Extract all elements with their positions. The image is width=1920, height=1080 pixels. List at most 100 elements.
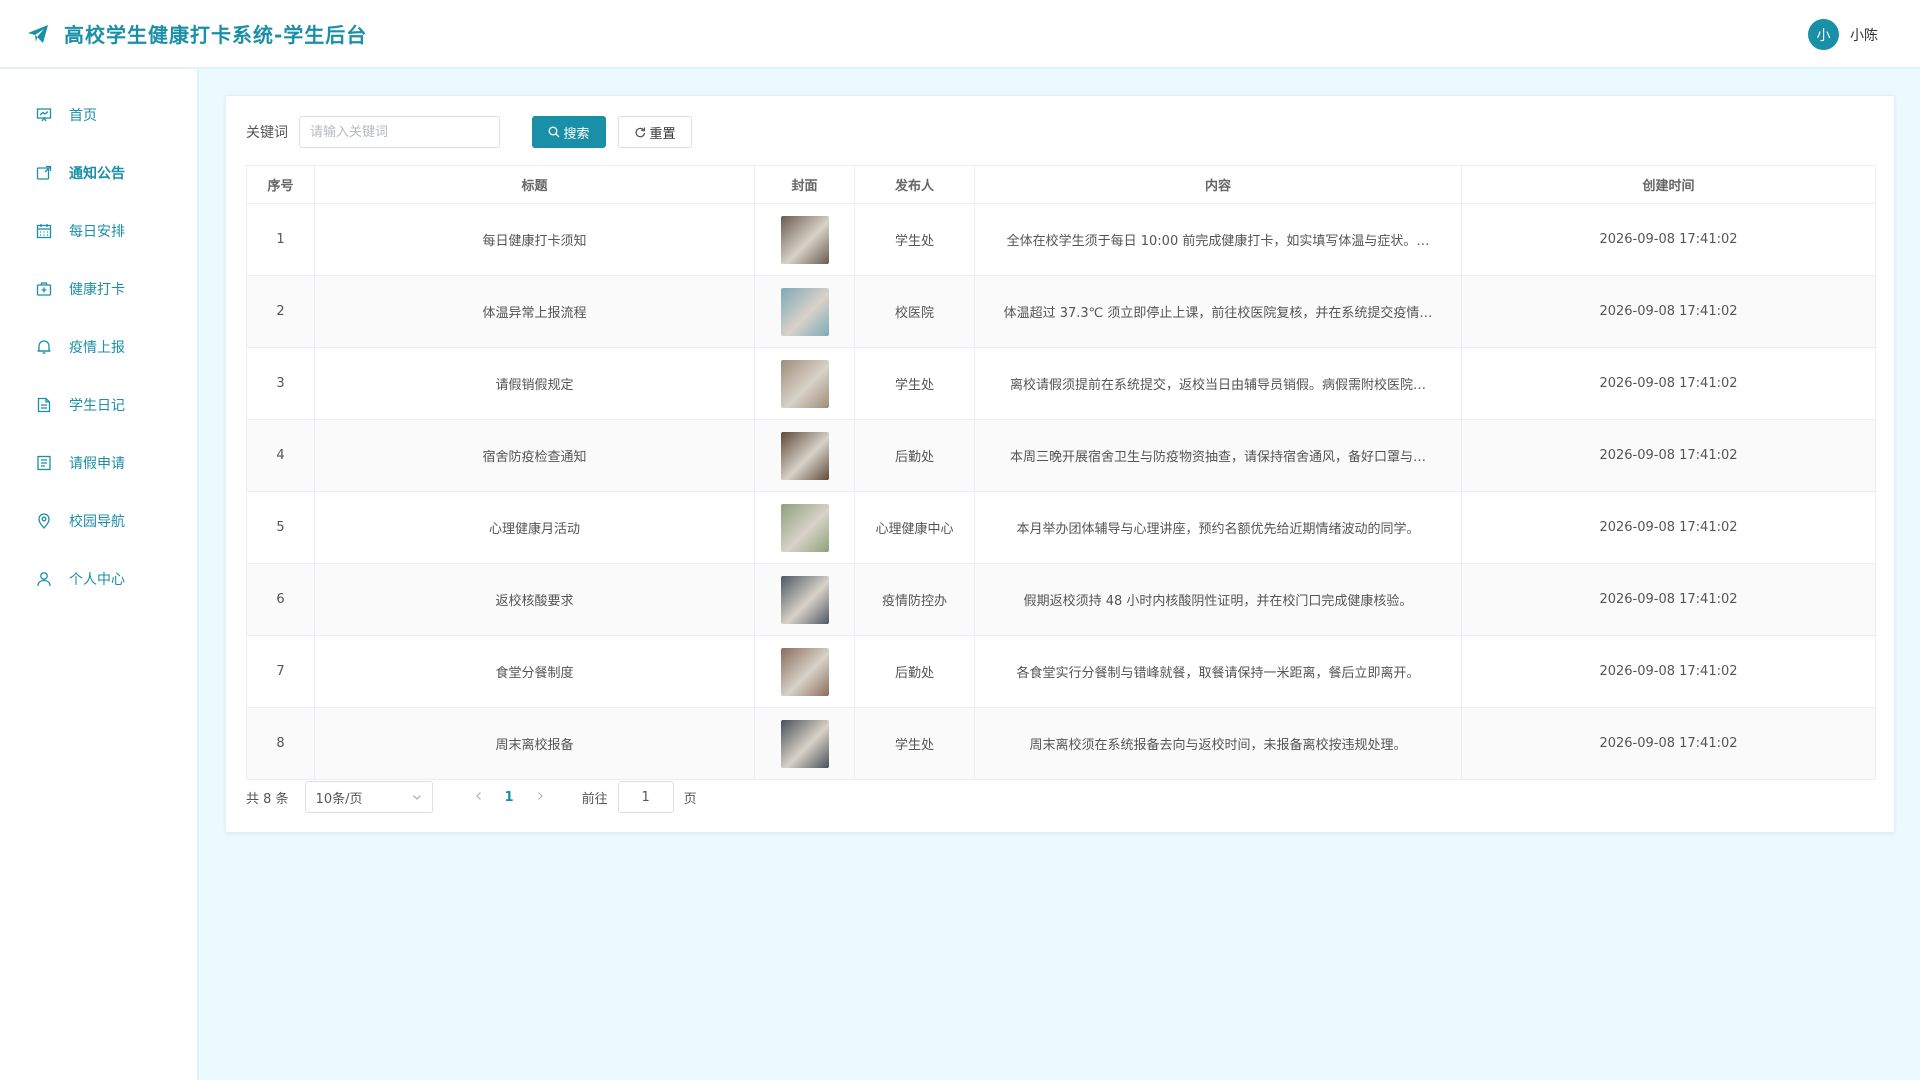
cell-publisher: 学生处 [854,347,975,420]
cell-content: 本周三晚开展宿舍卫生与防疫物资抽查，请保持宿舍通风，备好口罩与… [974,419,1462,492]
col-header-content: 内容 [974,165,1462,204]
page-size-select[interactable]: 10条/页 [304,781,433,813]
cell-no: 8 [246,707,315,780]
cell-time: 2026-09-08 17:41:02 [1461,563,1876,636]
cell-time: 2026-09-08 17:41:02 [1461,347,1876,420]
cell-no: 7 [246,635,315,708]
cell-cover [754,563,855,636]
sidebar-item-leave-request[interactable]: 请假申请 [0,434,197,492]
cell-content: 本月举办团体辅导与心理讲座，预约名额优先给近期情绪波动的同学。 [974,491,1462,564]
table-row[interactable]: 7 食堂分餐制度 后勤处 各食堂实行分餐制与错峰就餐，取餐请保持一米距离，餐后立即离开… [246,635,1876,708]
total-count: 共 8 条 [246,791,289,807]
sidebar-item-health-checkin[interactable]: 健康打卡 [0,260,197,318]
cell-no: 5 [246,491,315,564]
table-row[interactable]: 5 心理健康月活动 心理健康中心 本月举办团体辅导与心理讲座，预约名额优先给近期情绪波… [246,491,1876,564]
cover-image[interactable] [780,359,829,408]
cell-publisher: 学生处 [854,707,975,780]
table-row[interactable]: 8 周末离校报备 学生处 周末离校须在系统报备去向与返校时间，未报备离校按违规处理。 2… [246,707,1876,780]
table-row[interactable]: 1 每日健康打卡须知 学生处 全体在校学生须于每日 10:00 前完成健康打卡，如实填… [246,203,1876,276]
table-row[interactable]: 6 返校核酸要求 疫情防控办 假期返校须持 48 小时内核酸阴性证明，并在校门口完成健… [246,563,1876,636]
keyword-label: 关键词 [246,125,288,141]
calendar-icon [36,224,52,239]
cell-title: 体温异常上报流程 [314,275,755,348]
avatar[interactable]: 小 [1808,19,1839,50]
cell-content: 体温超过 37.3℃ 须立即停止上课，前往校医院复核，并在系统提交疫情… [974,275,1462,348]
cell-time: 2026-09-08 17:41:02 [1461,707,1876,780]
cell-title: 心理健康月活动 [314,491,755,564]
cell-no: 6 [246,563,315,636]
cell-no: 3 [246,347,315,420]
next-page-button[interactable] [530,790,550,805]
cell-title: 食堂分餐制度 [314,635,755,708]
cover-image[interactable] [780,287,829,336]
cover-image[interactable] [780,719,829,768]
cell-title: 返校核酸要求 [314,563,755,636]
goto-page-input[interactable]: 1 [617,781,674,813]
sidebar-item-student-diary[interactable]: 学生日记 [0,376,197,434]
cell-cover [754,347,855,420]
document-icon [37,397,51,413]
cell-time: 2026-09-08 17:41:02 [1461,635,1876,708]
cell-publisher: 后勤处 [854,635,975,708]
chevron-down-icon [412,795,421,800]
user-menu[interactable]: 小 小陈 [1808,19,1878,50]
paper-plane-icon [28,24,48,43]
table-header-row: 序号 标题 封面 发布人 内容 创建时间 [246,165,1876,204]
cell-cover [754,275,855,348]
cover-image[interactable] [780,215,829,264]
cover-image[interactable] [780,431,829,480]
cell-content: 离校请假须提前在系统提交，返校当日由辅导员销假。病假需附校医院… [974,347,1462,420]
page-number-current[interactable]: 1 [505,790,514,805]
cell-title: 请假销假规定 [314,347,755,420]
cell-content: 各食堂实行分餐制与错峰就餐，取餐请保持一米距离，餐后立即离开。 [974,635,1462,708]
cell-publisher: 校医院 [854,275,975,348]
cell-no: 1 [246,203,315,276]
table-body: 1 每日健康打卡须知学生处 全体在校学生须于每日 10:00 前完成健康打卡，如实填… [246,203,1876,780]
sidebar-item-home[interactable]: 首页 [0,86,197,144]
cell-time: 2026-09-08 17:41:02 [1461,491,1876,564]
refresh-icon [636,127,646,138]
table-row[interactable]: 2 体温异常上报流程 校医院 体温超过 37.3℃ 须立即停止上课，前往校医院复核，并… [246,275,1876,348]
sidebar-item-epidemic-report[interactable]: 疫情上报 [0,318,197,376]
medical-kit-icon [36,282,52,296]
sidebar-item-schedule[interactable]: 每日安排 [0,202,197,260]
cover-image[interactable] [780,647,829,696]
cell-content: 全体在校学生须于每日 10:00 前完成健康打卡，如实填写体温与症状。… [974,203,1462,276]
table-row[interactable]: 4 宿舍防疫检查通知 后勤处 本周三晚开展宿舍卫生与防疫物资抽查，请保持宿舍通风，备好… [246,419,1876,492]
cell-cover [754,419,855,492]
cell-title: 每日健康打卡须知 [314,203,755,276]
page-unit-label: 页 [683,791,697,807]
bell-icon [37,340,51,354]
col-header-cover: 封面 [754,165,855,204]
cell-cover [754,203,855,276]
keyword-input[interactable] [299,116,500,148]
user-name[interactable]: 小陈 [1850,25,1878,45]
cell-no: 2 [246,275,315,348]
cell-content: 假期返校须持 48 小时内核酸阴性证明，并在校门口完成健康核验。 [974,563,1462,636]
content-card: 关键词 搜索 重置 序号 标题 封面 发布人 内容 创建时间 1每日健康打卡须知… [225,95,1895,833]
cover-image[interactable] [780,503,829,552]
chevron-right-icon [537,791,543,800]
cell-cover [754,491,855,564]
search-toolbar: 关键词 搜索 重置 [246,116,692,148]
app-header: 高校学生健康打卡系统-学生后台 小 小陈 [0,0,1920,69]
col-header-title: 标题 [314,165,755,204]
search-button[interactable]: 搜索 [532,116,606,148]
prev-page-button[interactable] [469,790,489,805]
sidebar-item-campus-nav[interactable]: 校园导航 [0,492,197,550]
col-header-time: 创建时间 [1461,165,1876,204]
table-row[interactable]: 3 请假销假规定 学生处 离校请假须提前在系统提交，返校当日由辅导员销假。病假需附校医… [246,347,1876,420]
cell-cover [754,707,855,780]
notice-table: 序号 标题 封面 发布人 内容 创建时间 1 每日健康打卡须知学生处 全体在校学生须… [246,165,1876,780]
monitor-icon [36,108,52,122]
cover-image[interactable] [780,575,829,624]
sidebar-item-notice[interactable]: 通知公告 [0,144,197,202]
sidebar-item-profile[interactable]: 个人中心 [0,550,197,608]
col-header-publisher: 发布人 [854,165,975,204]
reset-button[interactable]: 重置 [618,116,692,148]
cell-publisher: 心理健康中心 [854,491,975,564]
cell-publisher: 后勤处 [854,419,975,492]
cell-time: 2026-09-08 17:41:02 [1461,203,1876,276]
search-icon [549,126,560,138]
app-title: 高校学生健康打卡系统-学生后台 [64,23,368,47]
